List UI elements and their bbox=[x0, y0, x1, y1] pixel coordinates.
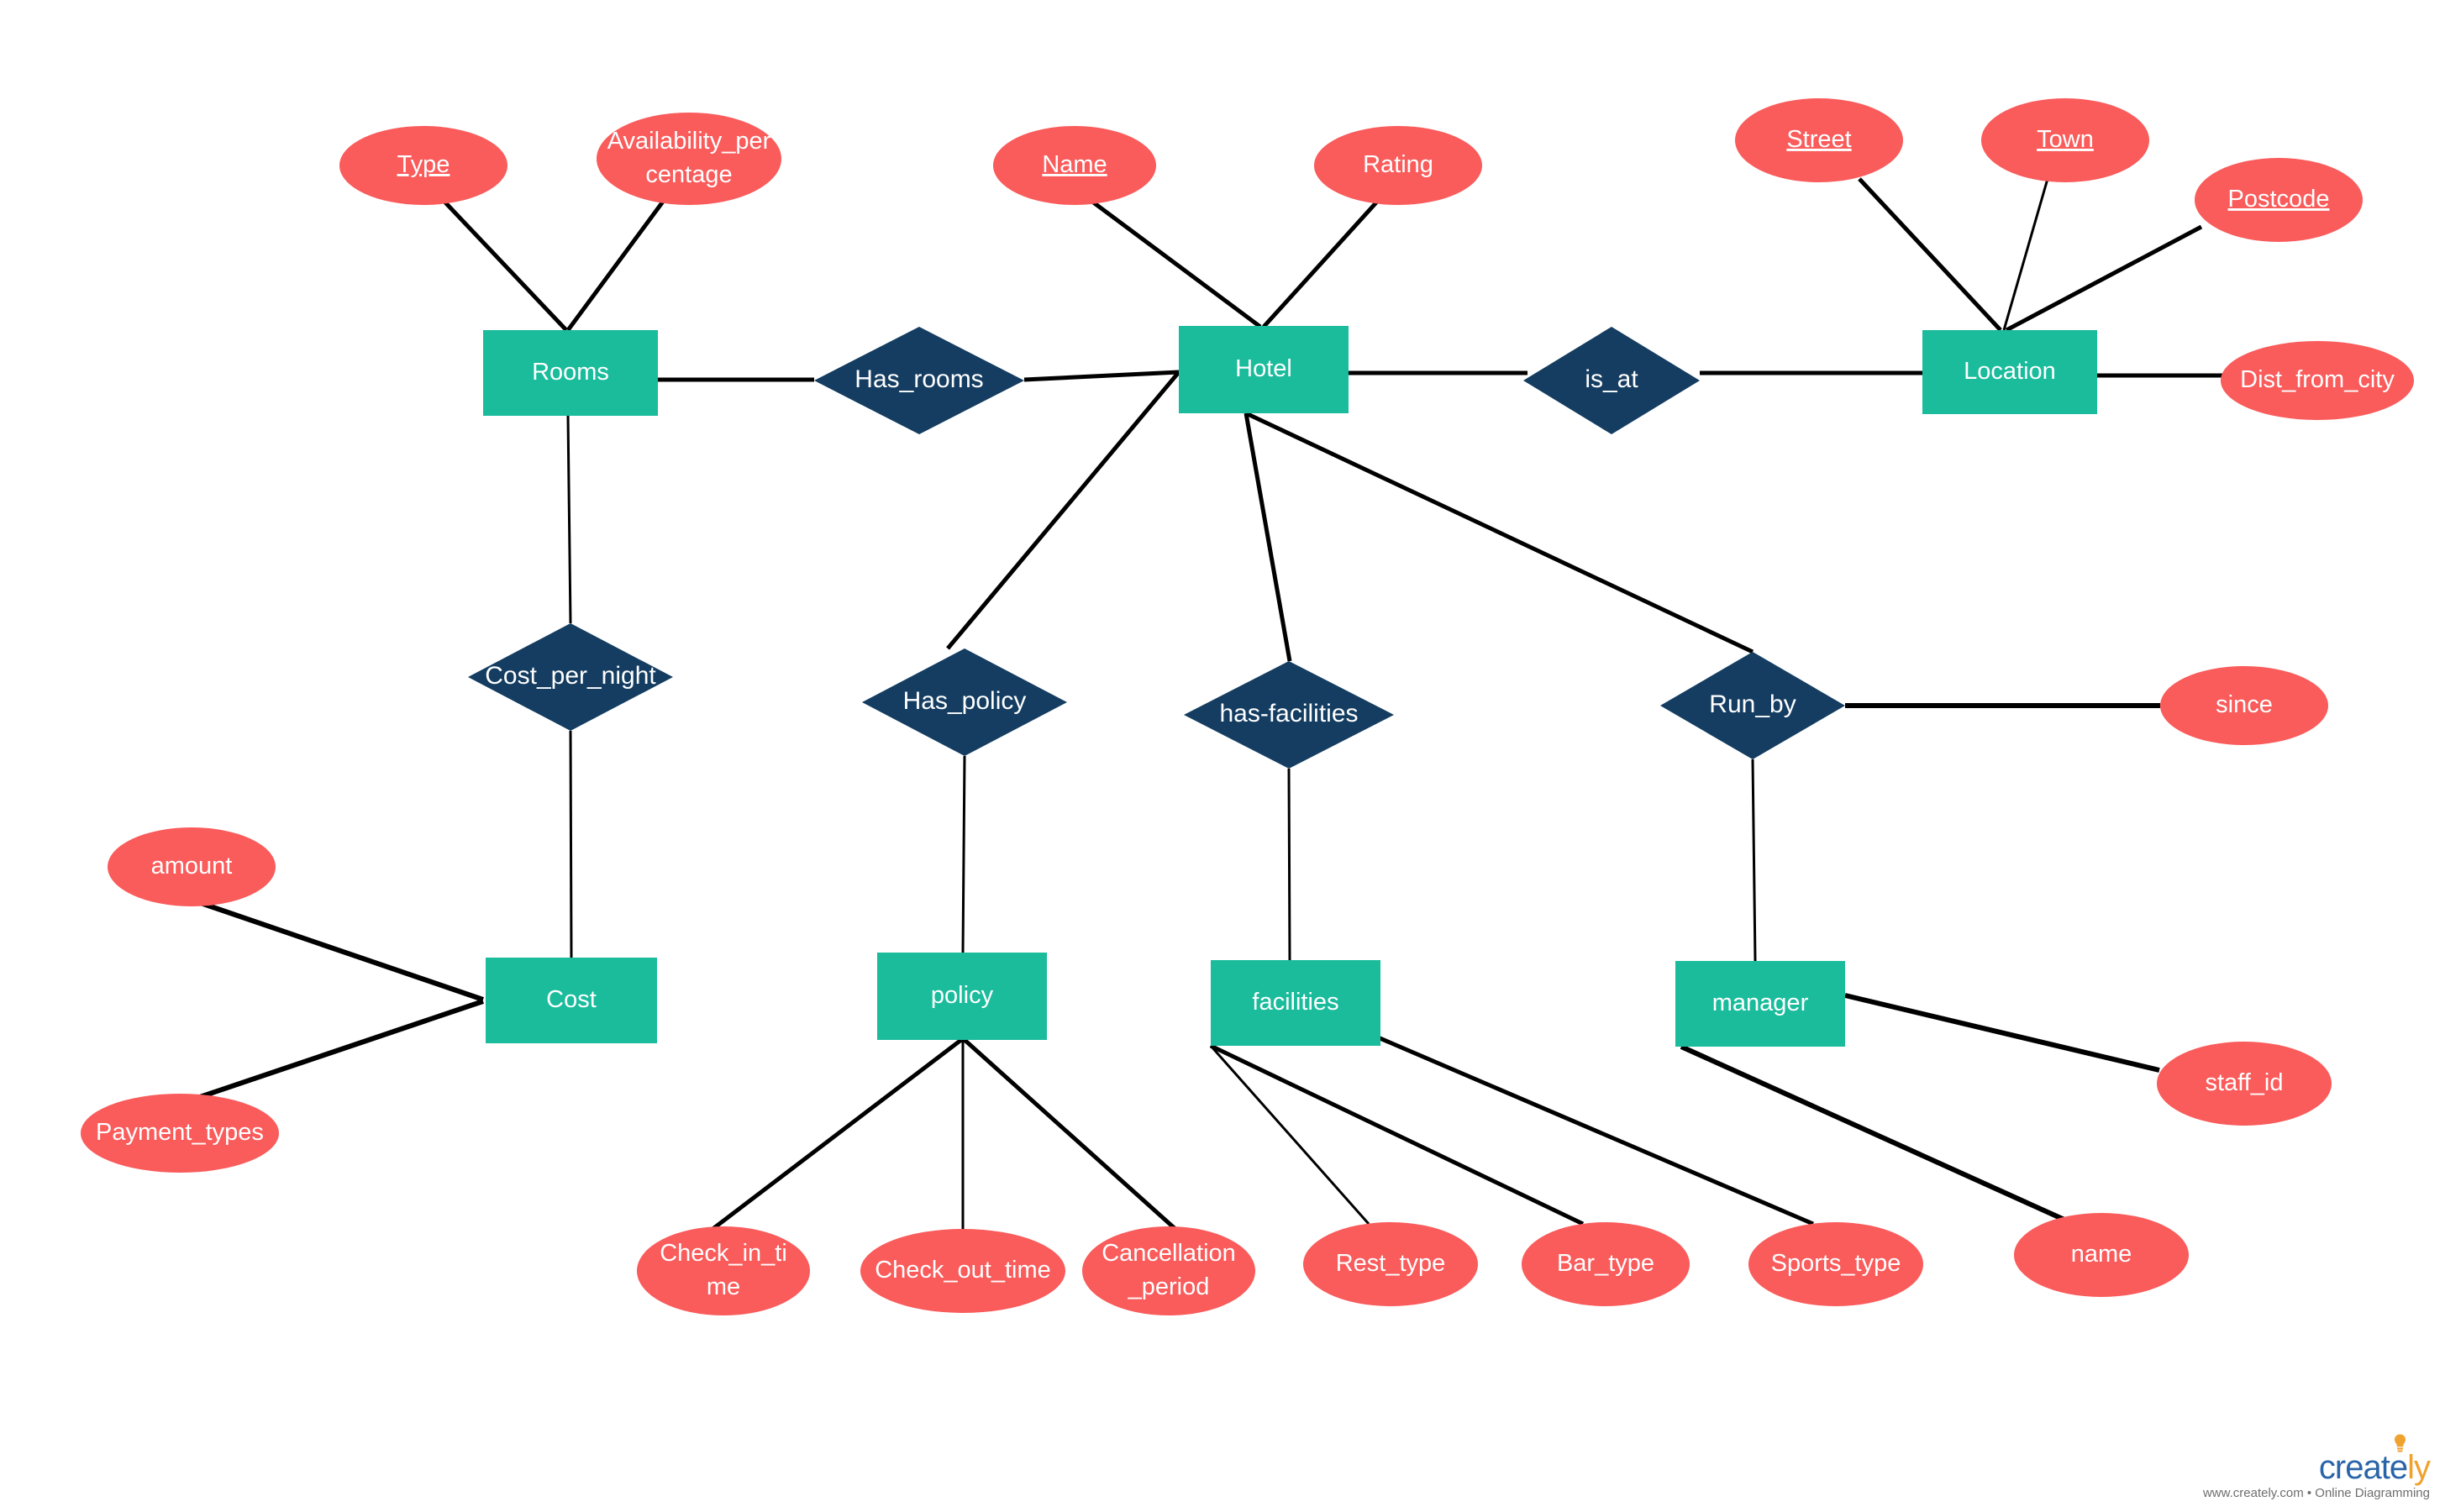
attribute-dist_from_city[interactable]: Dist_from_city bbox=[2221, 341, 2414, 420]
attribute-check_out_time[interactable]: Check_out_time bbox=[860, 1229, 1065, 1313]
entity-hotel[interactable]: Hotel bbox=[1179, 326, 1349, 413]
creately-watermark: creately www.creately.com • Online Diagr… bbox=[2202, 1434, 2431, 1500]
attribute-since[interactable]: since bbox=[2160, 666, 2328, 745]
entity-policy[interactable]: policy bbox=[877, 953, 1047, 1040]
lightbulb-icon bbox=[2395, 1434, 2406, 1452]
creately-tagline: www.creately.com • Online Diagramming bbox=[2202, 1486, 2430, 1500]
connector-has_facilities-to-facilities[interactable] bbox=[1287, 768, 1291, 961]
attribute-town[interactable]: Town bbox=[1981, 98, 2149, 182]
attribute-payment_types[interactable]: Payment_types bbox=[81, 1094, 279, 1173]
creately-wordmark-part-2: e bbox=[2389, 1449, 2408, 1486]
connector-cost_per_night-to-cost[interactable] bbox=[569, 730, 573, 958]
attribute-availability_pct[interactable]: Availability_per centage bbox=[597, 113, 781, 205]
creately-wordmark-part-3: ly bbox=[2407, 1449, 2431, 1486]
attribute-name_manager[interactable]: name bbox=[2014, 1213, 2189, 1297]
creately-wordmark: creately bbox=[2318, 1434, 2431, 1486]
attribute-rest_type[interactable]: Rest_type bbox=[1303, 1222, 1478, 1306]
connector-has_policy-to-policy[interactable] bbox=[961, 755, 966, 953]
entity-rooms[interactable]: Rooms bbox=[483, 330, 658, 416]
attribute-check_in_time[interactable]: Check_in_ti me bbox=[637, 1226, 810, 1315]
attribute-cancellation_period[interactable]: Cancellation _period bbox=[1082, 1226, 1255, 1315]
attribute-amount[interactable]: amount bbox=[108, 827, 276, 906]
entity-facilities[interactable]: facilities bbox=[1211, 960, 1380, 1046]
attribute-bar_type[interactable]: Bar_type bbox=[1522, 1222, 1690, 1306]
attribute-street[interactable]: Street bbox=[1735, 98, 1903, 182]
attribute-sports_type[interactable]: Sports_type bbox=[1748, 1222, 1923, 1306]
attribute-rating[interactable]: Rating bbox=[1314, 126, 1482, 205]
creately-wordmark-part-1: creat bbox=[2318, 1449, 2390, 1486]
attribute-postcode[interactable]: Postcode bbox=[2195, 158, 2363, 242]
er-diagram-canvas: Rooms Hotel Location Cost policy facilities ma… bbox=[0, 0, 2445, 1512]
attribute-type[interactable]: Type bbox=[339, 126, 507, 205]
attribute-name_hotel[interactable]: Name bbox=[993, 126, 1156, 205]
entity-location[interactable]: Location bbox=[1922, 330, 2097, 414]
attribute-staff_id[interactable]: staff_id bbox=[2157, 1042, 2332, 1126]
entity-cost[interactable]: Cost bbox=[486, 958, 657, 1043]
entity-manager[interactable]: manager bbox=[1675, 961, 1845, 1047]
